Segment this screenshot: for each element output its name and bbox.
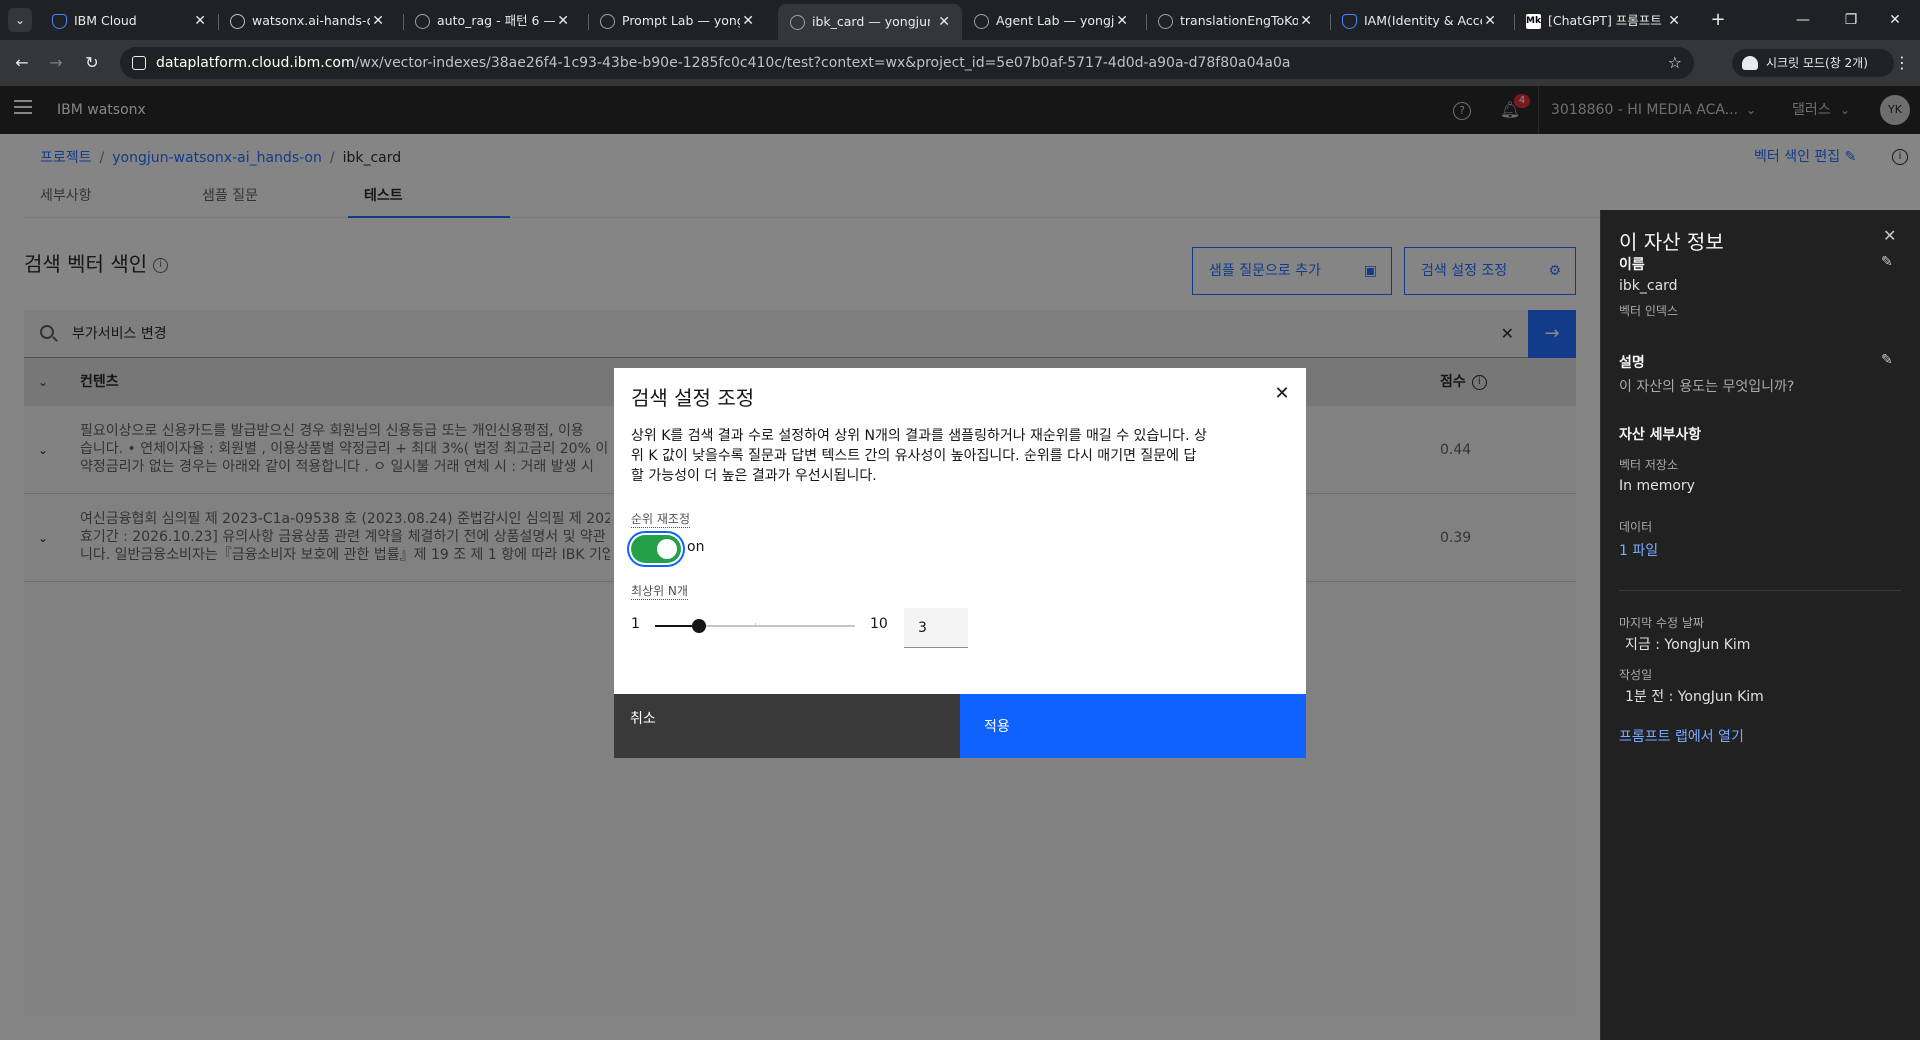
tab-title: [ChatGPT] 프롬프트 — [1548, 13, 1662, 28]
browser-tab[interactable]: Mk [ChatGPT] 프롬프트 ✕ — [1514, 6, 1692, 36]
data-label: 데이터 — [1619, 520, 1653, 534]
incognito-label: 시크릿 모드(창 2개) — [1766, 56, 1868, 70]
description-line: 상위 K를 검색 결과 수로 설정하여 상위 N개의 결과를 샘플링하거나 재순… — [631, 428, 1207, 444]
minimize-icon[interactable]: — — [1780, 6, 1826, 34]
browser-tab-strip: ⌄ IBM Cloud ✕ watsonx.ai-hands-on ✕ auto… — [0, 0, 1920, 40]
slider-midpoint-tick — [755, 623, 756, 627]
description-line: 위 K 값이 낮을수록 질문과 답변 텍스트 간의 유사성이 높아집니다. 순위… — [631, 448, 1197, 464]
modal-title: 검색 설정 조정 — [631, 386, 755, 410]
created-value: 1분 전 : YongJun Kim — [1625, 689, 1764, 705]
top-n-label: 최상위 N개 — [631, 584, 688, 600]
vector-store-label: 벡터 저장소 — [1619, 458, 1679, 472]
browser-menu-icon[interactable]: ⋮ — [1892, 49, 1912, 77]
browser-tab[interactable]: Prompt Lab — yongj ✕ — [588, 6, 766, 36]
tab-title: translationEngToKor — [1180, 13, 1298, 28]
site-info-icon[interactable] — [132, 56, 146, 70]
github-icon — [230, 14, 245, 29]
new-tab-button[interactable]: + — [1704, 8, 1732, 32]
window-close-icon[interactable]: ✕ — [1872, 6, 1918, 34]
tab-title: watsonx.ai-hands-on — [252, 13, 370, 28]
mk-icon: Mk — [1526, 14, 1541, 29]
browser-tab[interactable]: IAM(Identity & Acce ✕ — [1330, 6, 1508, 36]
close-icon[interactable]: ✕ — [1883, 226, 1896, 245]
details-heading: 자산 세부사항 — [1619, 427, 1702, 443]
browser-tab[interactable]: Agent Lab — yongju ✕ — [962, 6, 1140, 36]
rerank-label: 순위 재조정 — [631, 512, 691, 528]
close-icon[interactable]: ✕ — [1668, 6, 1680, 36]
created-label: 작성일 — [1619, 668, 1653, 682]
incognito-indicator[interactable]: 시크릿 모드(창 2개) — [1732, 49, 1894, 77]
modal-description: 상위 K를 검색 결과 수로 설정하여 상위 N개의 결과를 샘플링하거나 재순… — [631, 426, 1246, 486]
close-icon[interactable]: ✕ — [742, 6, 754, 36]
asset-type: 벡터 인덱스 — [1619, 304, 1679, 318]
panel-title: 이 자산 정보 — [1619, 230, 1724, 254]
close-icon[interactable]: ✕ — [1484, 6, 1496, 36]
slider-thumb[interactable] — [692, 619, 707, 633]
last-modified-label: 마지막 수정 날짜 — [1619, 616, 1704, 630]
search-settings-modal: 검색 설정 조정 ✕ 상위 K를 검색 결과 수로 설정하여 상위 N개의 결과… — [614, 368, 1306, 758]
top-n-number-input[interactable]: 3 — [904, 608, 968, 648]
watsonx-icon — [790, 15, 805, 30]
bookmark-star-icon[interactable]: ☆ — [1668, 47, 1682, 79]
restore-icon[interactable]: ❐ — [1828, 6, 1874, 34]
browser-tab[interactable]: watsonx.ai-hands-on ✕ — [218, 6, 396, 36]
close-icon[interactable]: ✕ — [1300, 6, 1312, 36]
edit-name-pencil-icon[interactable]: ✎ — [1881, 254, 1893, 270]
tab-title: Prompt Lab — yongj — [622, 13, 740, 28]
apply-button[interactable]: 적용 — [960, 694, 1306, 758]
close-icon[interactable]: ✕ — [1270, 382, 1294, 406]
last-modified-value: 지금 : YongJun Kim — [1625, 637, 1751, 653]
tab-title: IAM(Identity & Acce — [1364, 13, 1482, 28]
back-icon[interactable]: ← — [8, 49, 36, 77]
url-input[interactable]: dataplatform.cloud.ibm.com/wx/vector-ind… — [120, 47, 1694, 79]
cancel-button[interactable]: 취소 — [614, 694, 960, 758]
watsonx-icon — [1158, 14, 1173, 29]
incognito-icon — [1742, 56, 1758, 70]
watsonx-icon — [974, 14, 989, 29]
top-n-slider[interactable] — [655, 619, 855, 633]
asset-description: 이 자산의 용도는 무엇입니까? — [1619, 379, 1795, 395]
description-line: 할 가능성이 더 높은 결과가 우선시됩니다. — [631, 468, 877, 484]
close-icon[interactable]: ✕ — [372, 6, 384, 36]
slider-min-label: 1 — [631, 616, 640, 632]
tab-title: ibk_card — yongjun- — [812, 14, 930, 29]
edit-description-pencil-icon[interactable]: ✎ — [1881, 352, 1893, 368]
asset-info-panel: 이 자산 정보 ✕ 이름 ✎ ibk_card 벡터 인덱스 설명 ✎ 이 자산… — [1600, 210, 1920, 1040]
data-files-link[interactable]: 1 파일 — [1619, 540, 1658, 560]
address-bar-row: ← → ↻ dataplatform.cloud.ibm.com/wx/vect… — [0, 40, 1920, 86]
close-icon[interactable]: ✕ — [557, 6, 569, 36]
rerank-toggle[interactable] — [631, 535, 681, 563]
forward-icon[interactable]: → — [42, 49, 70, 77]
close-icon[interactable]: ✕ — [1116, 6, 1128, 36]
tab-title: IBM Cloud — [74, 13, 137, 28]
name-heading: 이름 — [1619, 257, 1645, 273]
browser-tab[interactable]: auto_rag - 패턴 6 — ✕ — [403, 6, 581, 36]
tab-search-button[interactable]: ⌄ — [8, 8, 32, 32]
open-in-prompt-lab-link[interactable]: 프롬프트 랩에서 열기 — [1619, 726, 1744, 746]
slider-max-label: 10 — [870, 616, 888, 632]
reload-icon[interactable]: ↻ — [78, 49, 106, 77]
ibm-cloud-icon — [1342, 14, 1357, 29]
tab-title: auto_rag - 패턴 6 — — [437, 13, 555, 28]
watsonx-icon — [415, 14, 430, 29]
browser-tab-active[interactable]: ibk_card — yongjun- ✕ — [778, 4, 962, 40]
tab-title: Agent Lab — yongju — [996, 13, 1114, 28]
toggle-state-text: on — [687, 539, 705, 555]
toggle-knob — [657, 539, 677, 559]
watsonx-icon — [600, 14, 615, 29]
asset-name: ibk_card — [1619, 278, 1678, 294]
browser-tab[interactable]: IBM Cloud ✕ — [40, 6, 218, 36]
vector-store-value: In memory — [1619, 478, 1695, 494]
url-host: dataplatform.cloud.ibm.com — [156, 55, 355, 71]
ibm-cloud-icon — [52, 14, 67, 29]
url-path: /wx/vector-indexes/38ae26f4-1c93-43be-b9… — [354, 55, 1291, 71]
browser-tab[interactable]: translationEngToKor ✕ — [1146, 6, 1324, 36]
close-icon[interactable]: ✕ — [938, 4, 950, 40]
description-heading: 설명 — [1619, 355, 1645, 371]
close-icon[interactable]: ✕ — [194, 6, 206, 36]
divider — [1619, 590, 1901, 591]
